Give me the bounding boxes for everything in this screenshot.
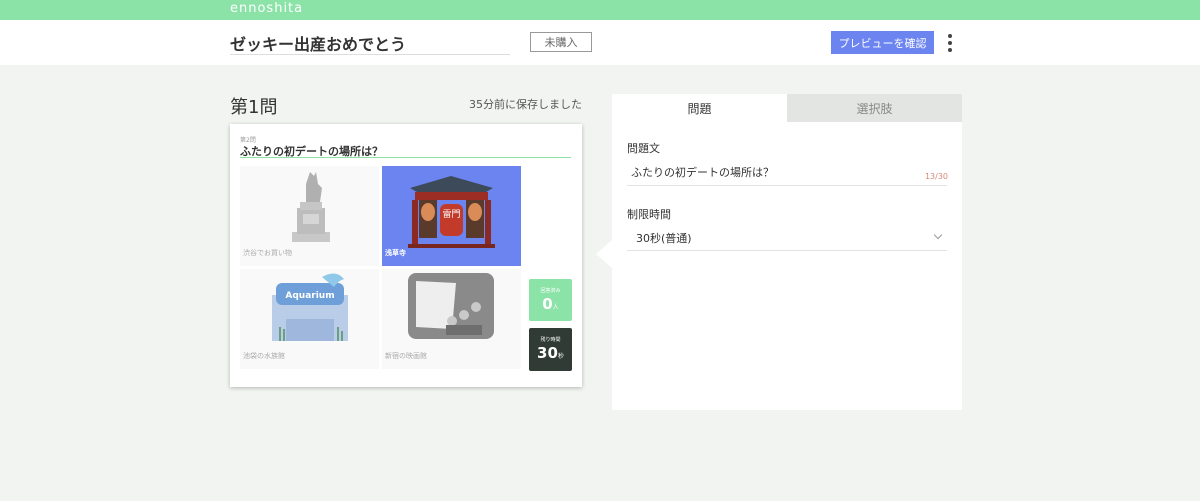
remaining-label: 残り時間 bbox=[540, 337, 561, 343]
panel-pointer bbox=[596, 240, 612, 268]
preview-button[interactable]: プレビューを確認 bbox=[831, 31, 934, 54]
answered-count-badge: 回答済み 0人 bbox=[529, 279, 572, 321]
choice-ikebukuro[interactable]: Aquarium 池袋の水族館 bbox=[240, 269, 379, 369]
chevron-down-icon bbox=[933, 230, 943, 240]
gate-lantern-text: 雷門 bbox=[442, 209, 460, 220]
time-limit-value: 30秒(普通) bbox=[636, 232, 692, 245]
choice-label: 渋谷でお買い物 bbox=[243, 249, 292, 257]
answered-unit: 人 bbox=[552, 304, 559, 311]
answered-label: 回答済み bbox=[540, 288, 561, 294]
remaining-value: 30 bbox=[537, 344, 558, 362]
quiz-title-input[interactable] bbox=[230, 31, 510, 55]
brand-bar: ennoshita bbox=[0, 0, 1200, 20]
remaining-unit: 秒 bbox=[557, 353, 564, 360]
question-field-label: 問題文 bbox=[627, 142, 660, 155]
choice-label: 池袋の水族館 bbox=[243, 352, 285, 360]
time-limit-select[interactable]: 30秒(普通) bbox=[627, 224, 947, 251]
more-options-icon[interactable] bbox=[944, 32, 956, 54]
question-preview-card: 第2問 ふたりの初デートの場所は？ 渋谷でお買い物 雷門 浅草寺 Aquariu… bbox=[230, 124, 582, 387]
remaining-time-badge: 残り時間 30秒 bbox=[529, 328, 572, 371]
char-counter: 13/30 bbox=[924, 172, 948, 181]
time-limit-label: 制限時間 bbox=[627, 208, 671, 221]
brand-logo[interactable]: ennoshita bbox=[230, 1, 303, 16]
tab-choices[interactable]: 選択肢 bbox=[787, 94, 962, 122]
top-header: 未購入 プレビューを確認 bbox=[0, 20, 1200, 65]
choice-label: 浅草寺 bbox=[385, 249, 406, 257]
choice-shibuya[interactable]: 渋谷でお買い物 bbox=[240, 166, 379, 266]
question-heading: 第1問 bbox=[230, 97, 278, 118]
aquarium-sign-text: Aquarium bbox=[285, 291, 334, 301]
purchase-status-button[interactable]: 未購入 bbox=[530, 32, 592, 52]
question-settings-panel: 問題 選択肢 問題文 ふたりの初デートの場所は？ 13/30 制限時間 30秒(… bbox=[612, 94, 962, 410]
tab-question[interactable]: 問題 bbox=[612, 94, 787, 122]
answered-count: 0 bbox=[542, 295, 553, 313]
preview-divider bbox=[240, 157, 571, 158]
choice-label: 新宿の映画館 bbox=[385, 352, 427, 360]
question-text-input[interactable]: ふたりの初デートの場所は？ bbox=[627, 160, 947, 186]
save-status: 35分前に保存しました bbox=[469, 98, 582, 111]
choice-sensoji[interactable]: 雷門 浅草寺 bbox=[382, 166, 521, 266]
choice-shinjuku[interactable]: 新宿の映画館 bbox=[382, 269, 521, 369]
